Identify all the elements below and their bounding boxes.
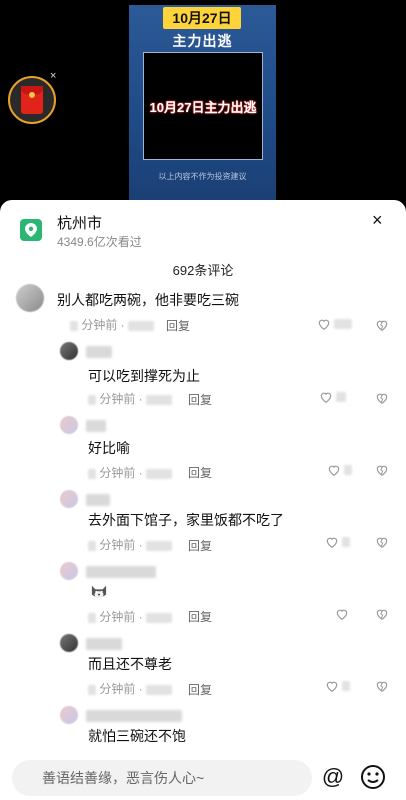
comment-time-text: 分钟前 · [99,466,143,480]
location-pin-icon [20,219,42,241]
blurred-username [86,566,156,578]
reply-button[interactable]: 回复 [188,537,212,554]
video-box-text: 10月27日主力出逃 [149,99,257,115]
blurred-like-count [344,465,352,475]
blurred-like-count [336,392,346,402]
avatar[interactable] [60,342,78,360]
comment-text: 就怕三碗还不饱 [88,728,186,744]
like-button[interactable] [325,535,350,549]
reply-button[interactable]: 回复 [188,681,212,698]
comment-text: 好比喻 [88,440,130,456]
avatar[interactable] [60,562,78,580]
like-button[interactable] [325,679,350,693]
like-button[interactable] [335,607,349,621]
avatar[interactable] [60,706,78,724]
broken-heart-icon[interactable] [375,391,389,405]
mention-button[interactable]: @ [320,764,346,790]
blurred-location [146,612,173,623]
comment-time: 分钟前 · [88,536,173,553]
avatar[interactable] [60,416,78,434]
comment-text: 可以吃到撑死为止 [88,368,200,384]
blurred-username [86,638,122,650]
reply-button[interactable]: 回复 [188,608,212,625]
video-player[interactable]: 10月27日 主力出逃 10月27日主力出逃 以上内容不作为投资建议 × [0,0,406,204]
comment-time-text: 分钟前 · [99,392,143,406]
comment-time-text: 分钟前 · [99,538,143,552]
red-envelope-button[interactable] [8,76,56,124]
heart-icon [326,537,338,548]
close-button[interactable]: × [372,210,383,231]
reply-button[interactable]: 回复 [166,317,190,334]
blurred-time [88,540,96,551]
comment-input-bar: @ [0,756,406,800]
heart-icon [328,465,340,476]
like-button[interactable] [319,390,346,404]
comment-time: 分钟前 · [88,390,173,407]
comment-count: 692条评论 [172,263,234,278]
avatar[interactable] [16,284,44,312]
heart-icon [326,681,338,692]
broken-heart-icon[interactable] [375,318,389,332]
blurred-username [86,420,106,432]
comment-time-text: 分钟前 · [99,682,143,696]
blurred-time [88,468,96,479]
comment-sheet: 杭州市 4349.6亿次看过 × 692条评论 别人都吃两碗，他非要吃三碗 分钟… [0,200,406,800]
blurred-username [86,710,182,722]
location-views: 4349.6亿次看过 [57,235,142,249]
video-inner-box: 10月27日主力出逃 [143,52,263,160]
blurred-username [86,494,110,506]
broken-heart-icon[interactable] [375,679,389,693]
blurred-location [146,684,173,695]
comment-input[interactable] [12,760,312,796]
blurred-location [128,320,155,331]
reply-button[interactable]: 回复 [188,391,212,408]
comment-text: 而且还不尊老 [88,656,172,672]
video-date-banner: 10月27日 [163,7,241,29]
comment-time: 分钟前 · [70,316,155,333]
broken-heart-icon[interactable] [375,607,389,621]
avatar[interactable] [60,634,78,652]
emoji-icon[interactable] [360,764,386,790]
red-envelope-icon [21,86,43,114]
red-envelope-close-button[interactable]: × [50,70,56,82]
blurred-location [146,394,173,405]
heart-icon [320,392,332,403]
broken-heart-icon[interactable] [375,535,389,549]
broken-heart-icon[interactable] [375,463,389,477]
comment-text: 去外面下馆子，家里饭都不吃了 [88,512,284,528]
blurred-like-count [342,537,350,547]
comment-time: 分钟前 · [88,680,173,697]
reply-button[interactable]: 回复 [188,464,212,481]
comment-text: 别人都吃两碗，他非要吃三碗 [57,292,239,308]
blurred-time [70,320,78,331]
comment-time-text: 分钟前 · [99,610,143,624]
dog-face-icon [91,585,107,599]
blurred-time [88,394,96,405]
like-button[interactable] [327,463,352,477]
avatar[interactable] [60,490,78,508]
blurred-time [88,612,96,623]
video-frame: 10月27日 主力出逃 10月27日主力出逃 以上内容不作为投资建议 [129,5,276,204]
comment-time-text: 分钟前 · [81,318,125,332]
blurred-like-count [334,319,352,329]
video-disclaimer: 以上内容不作为投资建议 [158,172,247,181]
like-button[interactable] [317,317,352,331]
blurred-like-count [342,681,350,691]
video-subtitle: 主力出逃 [172,33,233,49]
heart-icon [318,319,330,330]
location-title[interactable]: 杭州市 [57,212,102,233]
blurred-time [88,684,96,695]
heart-icon [336,609,348,620]
comment-time: 分钟前 · [88,608,173,625]
blurred-location [146,540,173,551]
blurred-location [146,468,173,479]
blurred-username [86,346,112,358]
comment-time: 分钟前 · [88,464,173,481]
